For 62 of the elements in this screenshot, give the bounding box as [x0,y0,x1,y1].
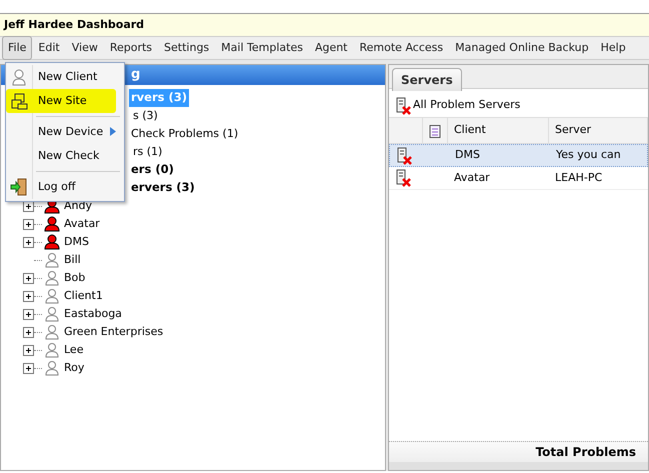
tree-item[interactable]: s (3) [131,108,160,124]
tree-item[interactable]: DMS [64,234,89,250]
submenu-arrow-icon [110,127,116,136]
tree-item[interactable]: Andy [64,198,92,214]
menu-item[interactable]: Settings [158,36,216,60]
tree-item[interactable]: Green Enterprises [64,324,164,340]
expand-icon [23,272,34,284]
table-cell-text: LEAH-PC [554,170,604,186]
server-alert-icon [395,169,411,187]
expand-icon [23,218,34,230]
menu-label: New Device [38,124,104,140]
tree-item[interactable]: rs (1) [131,144,164,160]
menu-item[interactable]: Mail Templates [215,36,309,60]
table-row[interactable]: Avatar LEAH-PC [389,167,648,190]
menu-item[interactable]: New Site [6,89,116,113]
table-cell-text: Yes you can [555,147,622,164]
expand-icon [23,344,34,356]
site-icon [10,92,28,110]
menu-item[interactable]: View [66,36,104,60]
server-alert-icon [395,96,411,114]
table-cell-text: DMS [454,147,481,164]
expand-icon [23,290,34,302]
expand-icon [23,362,34,374]
server-alert-icon [396,146,412,164]
menu-item[interactable]: Remote Access [354,36,450,60]
tree-item[interactable]: Roy [64,360,84,376]
person-icon [10,68,28,86]
tree-item[interactable]: Bob [64,270,86,286]
window-title: Jeff Hardee Dashboard [0,14,649,36]
tree-item[interactable]: Eastaboga [64,306,122,322]
tree-item[interactable]: Check Problems (1) [129,126,240,142]
expand-icon [23,236,34,248]
tree-item[interactable]: Client1 [64,288,103,304]
exit-door-icon [10,178,28,196]
menu-item[interactable]: Agent [308,36,354,60]
menu-item[interactable]: Reports [104,36,158,60]
table-row[interactable]: DMS Yes you can [389,144,648,167]
menu-label: New Check [38,148,100,164]
column-header[interactable]: Server [549,118,648,143]
column-header[interactable]: Client [448,118,549,143]
total-problems-label: Total Problems [389,441,648,462]
tab[interactable]: Servers [392,68,462,91]
menu-item[interactable]: New Device [6,120,124,144]
expand-icon [23,326,34,338]
tree-item[interactable]: ers (0) [129,161,176,179]
tree-item[interactable]: Lee [64,342,84,358]
menu-item[interactable]: Managed Online Backup [449,36,595,60]
menu-item[interactable]: Log off [6,175,124,199]
tree-item[interactable]: ervers (3) [129,179,197,197]
notepad-icon [429,124,441,138]
menu-item[interactable]: New Check [6,144,124,168]
menu-item[interactable]: Help [594,36,632,60]
menu-item[interactable]: Edit [32,36,66,60]
tree-item[interactable]: Bill [64,252,81,268]
tree-item[interactable]: Avatar [64,216,100,232]
menu-label: Log off [38,178,76,195]
table-cell-text: Avatar [453,170,491,186]
menu-label: New Site [38,92,87,109]
menu-label: New Client [38,68,98,85]
menu-item[interactable]: File [2,36,32,60]
expand-icon [23,308,34,320]
toolbar-title: All Problem Servers [413,97,520,114]
